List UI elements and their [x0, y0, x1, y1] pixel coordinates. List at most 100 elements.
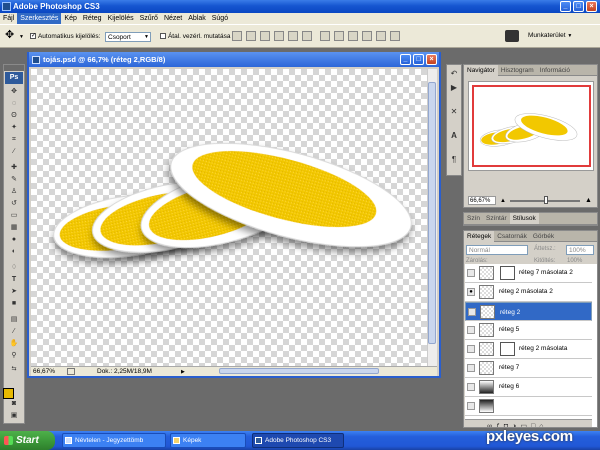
- align-right-icon[interactable]: [302, 31, 312, 41]
- align-left-icon[interactable]: [274, 31, 284, 41]
- auto-select-checkbox[interactable]: [30, 33, 36, 40]
- align-vcenter-icon[interactable]: [246, 31, 256, 41]
- distribute-vcenter-icon[interactable]: [334, 31, 344, 41]
- doc-close-button[interactable]: ×: [426, 54, 437, 65]
- tools-presets-icon[interactable]: ✕: [449, 107, 459, 117]
- distribute-top-icon[interactable]: [320, 31, 330, 41]
- navigator-zoom-field[interactable]: 66,67%: [468, 196, 496, 205]
- visibility-toggle[interactable]: [467, 383, 475, 391]
- layer-row[interactable]: [465, 397, 592, 416]
- distribute-bottom-icon[interactable]: [348, 31, 358, 41]
- align-top-icon[interactable]: [232, 31, 242, 41]
- character-panel-icon[interactable]: A: [449, 131, 459, 141]
- doc-minimize-button[interactable]: _: [400, 54, 411, 65]
- status-menu-icon[interactable]: [67, 368, 75, 375]
- layer-row[interactable]: réteg 7: [465, 359, 592, 378]
- dodge-tool-icon[interactable]: ◐: [7, 247, 21, 256]
- quick-mask-icon[interactable]: ◙: [7, 399, 21, 408]
- tab-info[interactable]: Információ: [537, 65, 573, 76]
- visibility-toggle[interactable]: [468, 308, 476, 316]
- layer-row[interactable]: ● réteg 2 másolata 2: [465, 283, 592, 302]
- shape-tool-icon[interactable]: ■: [7, 299, 21, 308]
- actions-panel-icon[interactable]: ▶: [449, 83, 459, 93]
- show-transform-checkbox[interactable]: [160, 33, 166, 40]
- visibility-toggle[interactable]: [467, 364, 475, 372]
- document-title-bar[interactable]: tojás.psd @ 66,7% (réteg 2,RGB/8): [29, 52, 439, 67]
- layer-row[interactable]: réteg 2 másolata: [465, 340, 592, 359]
- maximize-button[interactable]: □: [573, 1, 584, 12]
- menu-filter[interactable]: Szűrő: [137, 13, 161, 24]
- tab-layers[interactable]: Rétegek: [464, 231, 495, 242]
- blur-tool-icon[interactable]: ●: [7, 235, 21, 244]
- history-panel-icon[interactable]: ↶: [449, 69, 459, 79]
- eye-icon[interactable]: ●: [467, 288, 475, 296]
- menu-window[interactable]: Ablak: [185, 13, 209, 24]
- screen-mode-icon[interactable]: ▣: [7, 411, 21, 420]
- ps-logo[interactable]: Ps: [5, 72, 23, 84]
- navigator-view-box[interactable]: [472, 85, 591, 167]
- eyedropper-tool-icon[interactable]: ⁄: [7, 327, 21, 336]
- layer-mask-thumbnail[interactable]: [500, 342, 515, 356]
- marquee-tool-icon[interactable]: ◌: [7, 99, 21, 108]
- menu-layer[interactable]: Réteg: [80, 13, 105, 24]
- tab-styles[interactable]: Stílusok: [509, 213, 539, 224]
- navigator-slider-handle[interactable]: [544, 196, 548, 204]
- align-hcenter-icon[interactable]: [288, 31, 298, 41]
- auto-select-dropdown[interactable]: Csoport ▼: [105, 32, 151, 42]
- zoom-out-icon[interactable]: ▲: [500, 198, 506, 204]
- zoom-in-icon[interactable]: ▲: [585, 197, 592, 204]
- workspace-icon[interactable]: [505, 30, 519, 42]
- tab-channels[interactable]: Csatornák: [494, 231, 530, 242]
- status-arrow-icon[interactable]: ▶: [181, 367, 185, 377]
- type-tool-icon[interactable]: T: [7, 275, 21, 284]
- opacity-field[interactable]: 100%: [566, 245, 594, 255]
- brush-tool-icon[interactable]: ✎: [7, 175, 21, 184]
- distribute-hcenter-icon[interactable]: [376, 31, 386, 41]
- app-title-bar[interactable]: Adobe Photoshop CS3: [0, 0, 600, 13]
- navigator-thumbnail[interactable]: [468, 81, 594, 171]
- eraser-tool-icon[interactable]: ▭: [7, 211, 21, 220]
- gradient-tool-icon[interactable]: ▦: [7, 223, 21, 232]
- taskbar-item-photoshop[interactable]: Adobe Photoshop CS3: [252, 433, 344, 448]
- zoom-level[interactable]: 66,67%: [33, 367, 55, 377]
- layer-row[interactable]: réteg 7 másolata 2: [465, 264, 592, 283]
- healing-brush-tool-icon[interactable]: ✚: [7, 163, 21, 172]
- tab-curves[interactable]: Görbék: [530, 231, 557, 242]
- taskbar-item-notepad[interactable]: Névtelen - Jegyzettömb: [62, 433, 166, 448]
- clone-stamp-tool-icon[interactable]: ♙: [7, 187, 21, 196]
- menu-edit[interactable]: Szerkesztés: [17, 13, 62, 24]
- menu-view[interactable]: Nézet: [161, 13, 185, 24]
- distribute-right-icon[interactable]: [390, 31, 400, 41]
- foreground-color-swatch[interactable]: [3, 388, 14, 399]
- visibility-toggle[interactable]: [467, 345, 475, 353]
- visibility-toggle[interactable]: [467, 269, 475, 277]
- taskbar-item-images[interactable]: Képek: [170, 433, 246, 448]
- workspace-menu[interactable]: Munkaterület ▼: [528, 32, 572, 39]
- tab-navigator[interactable]: Navigátor: [464, 65, 498, 76]
- paragraph-panel-icon[interactable]: ¶: [449, 155, 459, 165]
- move-tool-icon[interactable]: ✥: [7, 87, 21, 96]
- visibility-toggle[interactable]: [467, 326, 475, 334]
- menu-select[interactable]: Kijelölés: [105, 13, 137, 24]
- tab-swatches[interactable]: Színtár: [483, 213, 510, 224]
- layer-row[interactable]: réteg 6: [465, 378, 592, 397]
- chevron-down-icon[interactable]: ▼: [19, 34, 24, 40]
- slice-tool-icon[interactable]: ∕: [7, 147, 21, 156]
- menu-image[interactable]: Kép: [61, 13, 79, 24]
- visibility-toggle[interactable]: [467, 402, 475, 410]
- blend-mode-dropdown[interactable]: Normál: [466, 245, 528, 255]
- close-button[interactable]: ×: [586, 1, 597, 12]
- swap-colors-icon[interactable]: ⇆: [7, 365, 21, 374]
- menu-help[interactable]: Súgó: [209, 13, 231, 24]
- layer-row-selected[interactable]: réteg 2: [465, 302, 592, 321]
- layer-mask-thumbnail[interactable]: [500, 266, 515, 280]
- hand-tool-icon[interactable]: ✋: [7, 339, 21, 348]
- lasso-tool-icon[interactable]: ʘ: [7, 111, 21, 120]
- layer-row[interactable]: réteg 5: [465, 321, 592, 340]
- toolbox-header[interactable]: [4, 65, 24, 71]
- move-tool-icon[interactable]: ✥: [5, 30, 14, 41]
- path-selection-tool-icon[interactable]: ➤: [7, 287, 21, 296]
- pen-tool-icon[interactable]: ♢: [7, 263, 21, 272]
- magic-wand-tool-icon[interactable]: ✦: [7, 123, 21, 132]
- distribute-left-icon[interactable]: [362, 31, 372, 41]
